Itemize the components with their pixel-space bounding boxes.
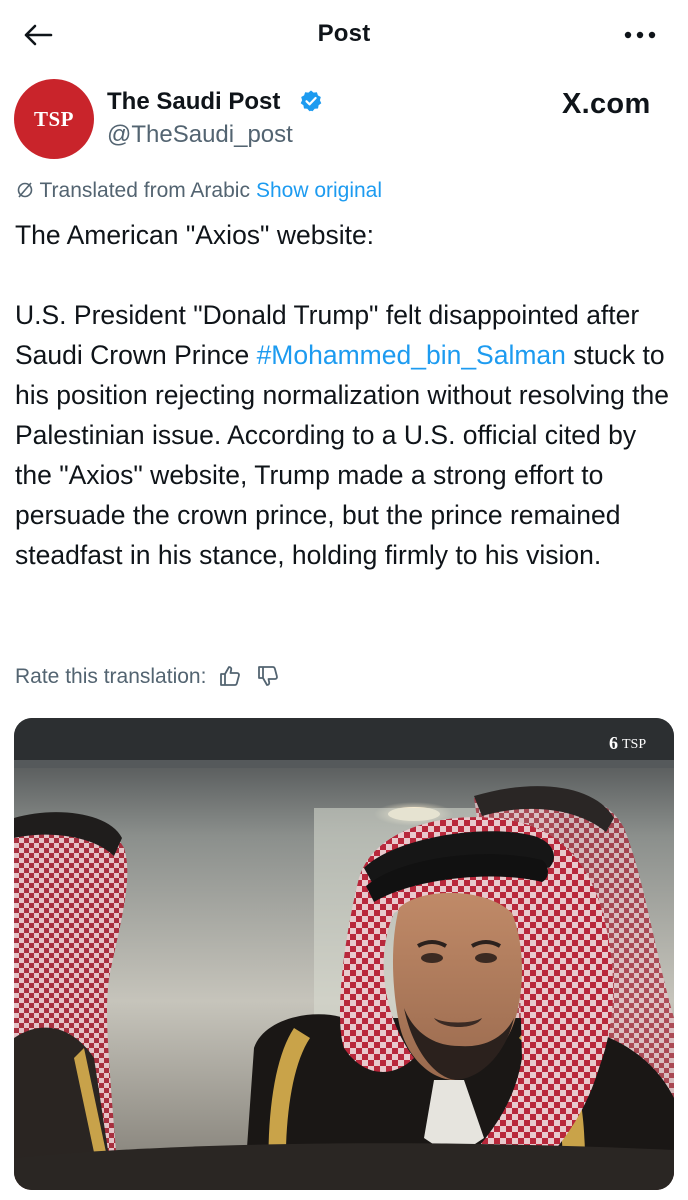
thumbs-down-button[interactable] bbox=[256, 664, 282, 690]
media-watermark-logo-icon: 6 bbox=[609, 733, 618, 753]
media-watermark: TSP bbox=[622, 737, 646, 752]
post-text: The American "Axios" website: U.S. Presi… bbox=[15, 215, 675, 575]
author-handle[interactable]: @TheSaudi_post bbox=[107, 121, 293, 149]
thumbs-up-icon bbox=[220, 666, 241, 686]
thumbs-up-button[interactable] bbox=[218, 664, 244, 690]
show-original-link[interactable]: Show original bbox=[256, 179, 382, 202]
author-avatar[interactable]: TSP bbox=[14, 79, 94, 159]
post-text-after-hashtag: stuck to his position rejecting normaliz… bbox=[15, 340, 670, 570]
more-dots-icon bbox=[624, 31, 656, 39]
post-media-image[interactable]: TSP 6 bbox=[14, 718, 674, 1190]
top-bar: Post bbox=[0, 0, 688, 70]
post-line-1: The American "Axios" website: bbox=[15, 220, 375, 250]
x-com-watermark: X.com bbox=[562, 88, 651, 120]
translation-notice: Translated from Arabic Show original bbox=[16, 179, 382, 203]
more-options-button[interactable] bbox=[618, 18, 662, 52]
avatar-logo-text: TSP bbox=[33, 106, 74, 131]
hashtag-link[interactable]: #Mohammed_bin_Salman bbox=[257, 340, 566, 370]
rate-translation-label: Rate this translation: bbox=[15, 665, 207, 688]
rate-translation-row: Rate this translation: bbox=[15, 664, 282, 690]
photo-crown-prince: TSP 6 bbox=[14, 718, 674, 1190]
translated-label: Translated from Arabic bbox=[39, 179, 250, 202]
post-paragraph-2: U.S. President "Donald Trump" felt disap… bbox=[15, 295, 675, 575]
author-display-name[interactable]: The Saudi Post bbox=[107, 88, 280, 116]
translate-icon bbox=[17, 182, 33, 198]
verified-badge-icon bbox=[300, 90, 322, 112]
thumbs-down-icon bbox=[258, 666, 279, 686]
page-title: Post bbox=[317, 20, 371, 47]
